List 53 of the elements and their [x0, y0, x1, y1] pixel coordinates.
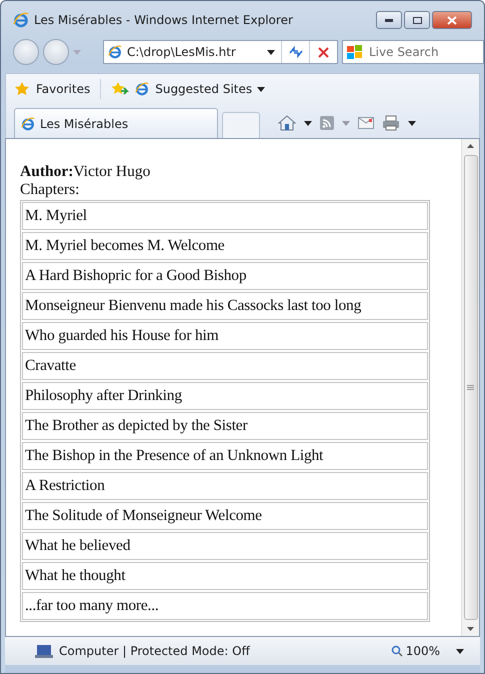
browser-tab[interactable]: Les Misérables [14, 108, 218, 138]
scrollbar[interactable] [461, 139, 479, 636]
caret-icon[interactable] [267, 50, 275, 54]
chapter-cell: Who guarded his House for him [22, 322, 428, 350]
chapter-cell: The Brother as depicted by the Sister [22, 412, 428, 440]
scroll-thumb[interactable] [464, 155, 478, 620]
caret-icon[interactable] [257, 86, 266, 92]
monitor-icon [35, 644, 53, 658]
chapter-cell: What he thought [22, 562, 428, 590]
close-button[interactable] [432, 11, 472, 29]
chapter-cell: M. Myriel becomes M. Welcome [22, 232, 428, 260]
feed-icon[interactable] [320, 116, 334, 130]
chapter-cell: Philosophy after Drinking [22, 382, 428, 410]
globe-icon [21, 116, 35, 130]
windows-logo-icon [347, 45, 363, 59]
window-title: Les Misérables - Windows Internet Explorer [34, 13, 294, 27]
chapter-cell: A Restriction [22, 472, 428, 500]
globe-icon [13, 12, 29, 28]
chapter-cell: Monseigneur Bienvenu made his Cassocks last too long [22, 292, 428, 320]
chapter-cell: The Bishop in the Presence of an Unknown Light [22, 442, 428, 470]
chapters-label: Chapters: [20, 181, 80, 199]
chapter-cell: ...far too many more... [22, 592, 428, 620]
chapter-cell: What he believed [22, 532, 428, 560]
refresh-icon [288, 46, 302, 58]
home-icon[interactable] [278, 115, 296, 131]
globe-icon [108, 45, 122, 59]
mail-icon[interactable] [358, 117, 374, 129]
chapter-cell: The Solitude of Monseigneur Welcome [22, 502, 428, 530]
printer-icon[interactable] [382, 115, 400, 131]
magnifier-icon [390, 645, 403, 657]
chapter-cell: A Hard Bishopric for a Good Bishop [22, 262, 428, 290]
author-line: Author:Victor Hugo [20, 163, 152, 181]
caret-icon[interactable] [456, 648, 464, 654]
add-favorite-icon[interactable] [111, 81, 130, 97]
globe-icon [135, 82, 150, 96]
caret-icon[interactable] [304, 120, 312, 126]
search-box[interactable]: Live Search [342, 40, 484, 64]
close-icon [447, 16, 457, 24]
minimize-icon [385, 18, 393, 22]
stop-icon [318, 46, 329, 58]
address-text: C:\drop\LesMis.htr [126, 45, 237, 59]
status-text: Computer | Protected Mode: Off [59, 644, 250, 658]
address-bar[interactable]: C:\drop\LesMis.htr [103, 40, 338, 64]
maximize-button[interactable] [404, 11, 430, 29]
chapter-cell: M. Myriel [22, 202, 428, 230]
star-icon [14, 81, 30, 97]
maximize-icon [412, 16, 422, 24]
favorites-button[interactable]: Favorites [36, 82, 90, 96]
caret-icon[interactable] [408, 120, 416, 126]
zoom-button[interactable]: 100% [390, 644, 440, 658]
chapter-cell: Cravatte [22, 352, 428, 380]
suggested-sites-link[interactable]: Suggested Sites [155, 82, 266, 96]
minimize-button[interactable] [376, 11, 402, 29]
